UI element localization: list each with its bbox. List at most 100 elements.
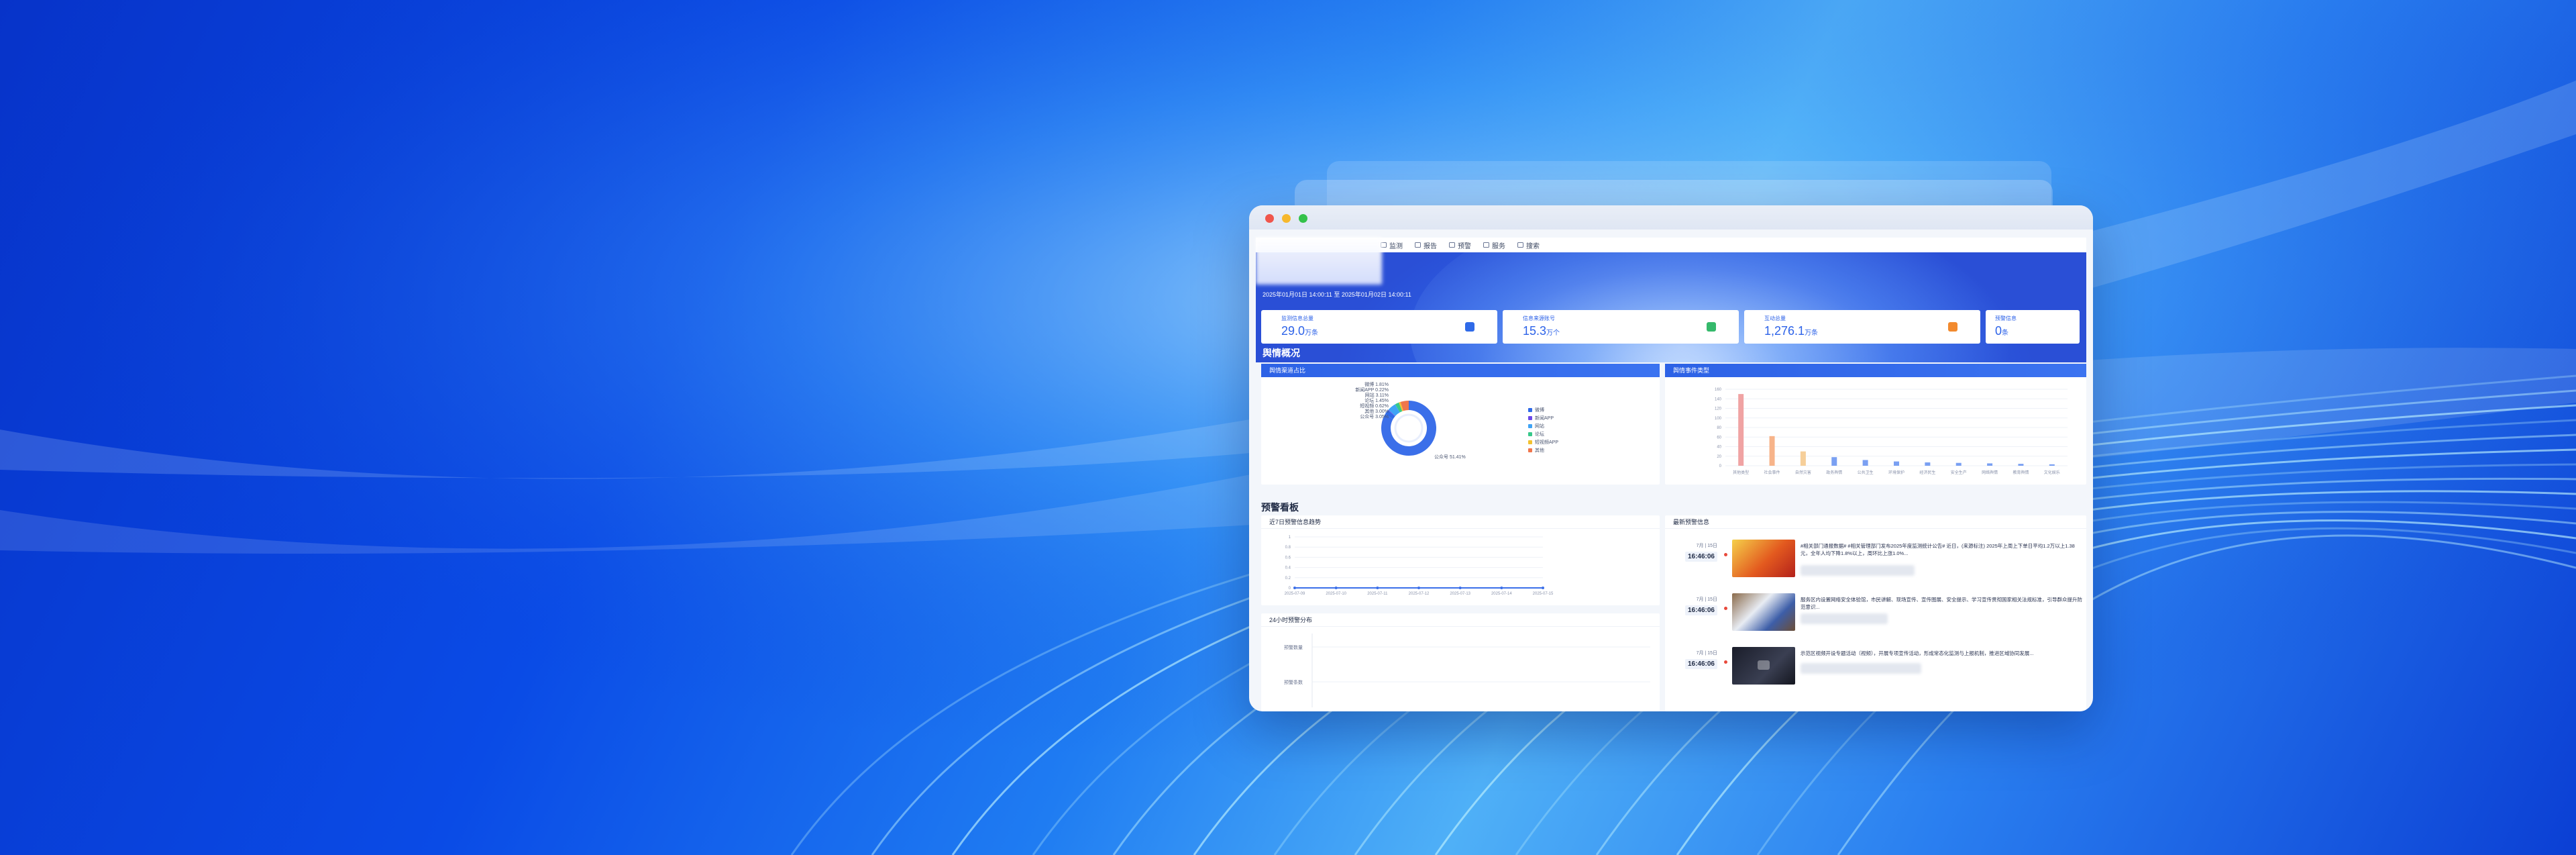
- bar: [1831, 457, 1837, 466]
- panel-title: 舆情渠道占比: [1261, 364, 1660, 377]
- x-tick-label: 自然灾害: [1795, 470, 1811, 475]
- trend-point: [1376, 587, 1379, 589]
- bar: [2018, 464, 2024, 466]
- y-tick-label: 1: [1289, 536, 1291, 540]
- y-tick-label: 0.6: [1285, 556, 1291, 560]
- x-tick-label: 经济民生: [1919, 470, 1935, 475]
- warning-item[interactable]: 7月 | 15日 16:46:06 服务区内设置网络安全体验馆，市民讲解、现场宣…: [1665, 592, 2086, 638]
- nav-item-report[interactable]: 报告: [1415, 240, 1437, 250]
- stat-value: 15.3万个: [1523, 324, 1560, 338]
- x-tick-label: 2025-07-10: [1326, 592, 1346, 596]
- nav-item-monitor[interactable]: 监测: [1381, 240, 1403, 250]
- y-tick-label: 0: [1719, 464, 1722, 468]
- interaction-icon: [1948, 322, 1957, 332]
- minimize-button[interactable]: [1282, 214, 1291, 223]
- stat-label: 预警信息: [1995, 315, 2017, 321]
- y-tick-label: 160: [1715, 388, 1722, 392]
- warning-item[interactable]: 7月 | 15日 16:46:06 示范区视频开设专题活动（视频），开展专项宣传…: [1665, 646, 2086, 691]
- legend-item[interactable]: 短视频APP: [1528, 439, 1558, 446]
- y-tick-label: 0: [1289, 587, 1291, 591]
- bar: [1955, 462, 1962, 466]
- x-tick-label: 文化娱乐: [2044, 470, 2060, 475]
- bar: [1987, 463, 1993, 466]
- x-tick-label: 教育舆情: [2012, 470, 2029, 475]
- legend-item[interactable]: 微博: [1528, 407, 1544, 413]
- x-tick-label: 公共卫生: [1858, 470, 1874, 475]
- y-tick-label: 0.2: [1285, 576, 1291, 581]
- nav-item-service[interactable]: 服务: [1483, 240, 1505, 250]
- warning-thumbnail[interactable]: [1732, 593, 1795, 631]
- trend-point: [1500, 587, 1503, 589]
- y-tick-label: 40: [1717, 446, 1721, 450]
- panel-latest-warnings: 最新预警信息 7月 | 15日 16:46:06 #相关部门通报数据# #相关管…: [1665, 515, 2086, 711]
- x-tick-label: 社会事件: [1764, 470, 1780, 475]
- alert-dot-icon: [1724, 660, 1727, 664]
- panel-trend: 近7日预警信息趋势 0 0.2 0.4 0.6 0.8 1 2025-07-09 2025-0…: [1261, 515, 1660, 605]
- alert-icon: [1449, 242, 1455, 248]
- video-thumbnail[interactable]: [1732, 647, 1795, 685]
- y-tick-label: 120: [1715, 407, 1722, 411]
- dashboard-window: 监测 报告 预警 服务 搜索 2025年01月01日 14:00:11 至 20…: [1249, 205, 2093, 711]
- stat-value: 0条: [1995, 324, 2009, 338]
- panel-24h: 24小时预警分布 预警数量 预警条数: [1261, 613, 1660, 711]
- close-button[interactable]: [1265, 214, 1274, 223]
- x-tick-label: 环境保护: [1888, 470, 1904, 475]
- x-tick-label: 2025-07-15: [1533, 592, 1554, 596]
- bar: [2049, 464, 2055, 466]
- stat-card-accounts: 信息来源账号 15.3万个: [1503, 310, 1739, 344]
- y-tick-label: 60: [1717, 436, 1721, 440]
- donut-main-label: 公众号 51.41%: [1434, 455, 1466, 460]
- legend-item[interactable]: 网站: [1528, 423, 1544, 430]
- trend-point: [1293, 587, 1296, 589]
- stat-label: 信息来源账号: [1523, 315, 1555, 321]
- search-icon: [1517, 242, 1523, 248]
- blurred-meta: [1801, 613, 1888, 624]
- stat-label: 互动总量: [1764, 315, 1786, 321]
- warning-item[interactable]: 7月 | 15日 16:46:06 #相关部门通报数据# #相关管理部门发布20…: [1665, 538, 2086, 584]
- stat-value: 29.0万条: [1281, 324, 1319, 338]
- trend-point: [1542, 587, 1544, 589]
- donut-slice: [1388, 404, 1400, 417]
- x-tick-label: 政务舆情: [1826, 470, 1842, 475]
- x-tick-label: 2025-07-11: [1367, 592, 1388, 596]
- legend-item[interactable]: 新闻APP: [1528, 415, 1554, 421]
- x-tick-label: 2025-07-14: [1491, 592, 1512, 596]
- warning-text[interactable]: 示范区视频开设专题活动（视频），开展专项宣传活动，形成常态化监测与上报机制，推进…: [1801, 650, 2082, 657]
- y-tick-label: 80: [1717, 426, 1721, 430]
- warning-text[interactable]: #相关部门通报数据# #相关管理部门发布2025年度监测统计公告# 近日，(来源…: [1801, 542, 2082, 557]
- users-icon: [1707, 322, 1716, 332]
- maximize-button[interactable]: [1299, 214, 1307, 223]
- trend-point: [1334, 587, 1338, 589]
- service-icon: [1483, 242, 1489, 248]
- stat-card-interactions: 互动总量 1,276.1万条: [1744, 310, 1980, 344]
- legend-item[interactable]: 其他: [1528, 447, 1544, 454]
- y-tick-label: 0.8: [1285, 546, 1291, 550]
- trend-point: [1458, 587, 1462, 589]
- warning-thumbnail[interactable]: [1732, 540, 1795, 577]
- x-tick-label: 2025-07-13: [1450, 592, 1470, 596]
- stat-label: 监测信息总量: [1281, 315, 1313, 321]
- donut-slice: [1395, 402, 1403, 413]
- stat-value: 1,276.1万条: [1764, 324, 1819, 338]
- alert-dot-icon: [1724, 553, 1727, 556]
- alert-dot-icon: [1724, 607, 1727, 610]
- x-tick-label: 2025-07-09: [1285, 592, 1305, 596]
- nav-item-alert[interactable]: 预警: [1449, 240, 1471, 250]
- legend-item[interactable]: 论坛: [1528, 431, 1544, 438]
- trend-point: [1417, 587, 1420, 589]
- warning-datetime: 7月 | 15日 16:46:06: [1682, 650, 1717, 669]
- 24h-grid: [1311, 634, 1650, 707]
- warning-text[interactable]: 服务区内设置网络安全体验馆，市民讲解、现场宣传、宣传图展、安全提示、学习宣传贯彻…: [1801, 596, 2082, 611]
- bar: [1738, 394, 1744, 466]
- donut-hole: [1394, 413, 1424, 443]
- report-icon: [1415, 242, 1421, 248]
- blurred-meta: [1801, 565, 1915, 576]
- nav-item-search[interactable]: 搜索: [1517, 240, 1540, 250]
- y-tick-label: 20: [1717, 455, 1721, 459]
- play-icon: [1758, 660, 1770, 670]
- time-range-text: 2025年01月01日 14:00:11 至 2025年01月02日 14:00…: [1263, 291, 1411, 298]
- event-type-bar-chart: 0 20 40 60 80 100 120 140 160 其他类型 社会事件 自然灾害 政务舆情 公共卫…: [1715, 388, 2068, 475]
- y-tick-label: 140: [1715, 397, 1722, 401]
- x-tick-label: 其他类型: [1733, 470, 1749, 475]
- x-tick-label: 网络舆情: [1982, 470, 1998, 475]
